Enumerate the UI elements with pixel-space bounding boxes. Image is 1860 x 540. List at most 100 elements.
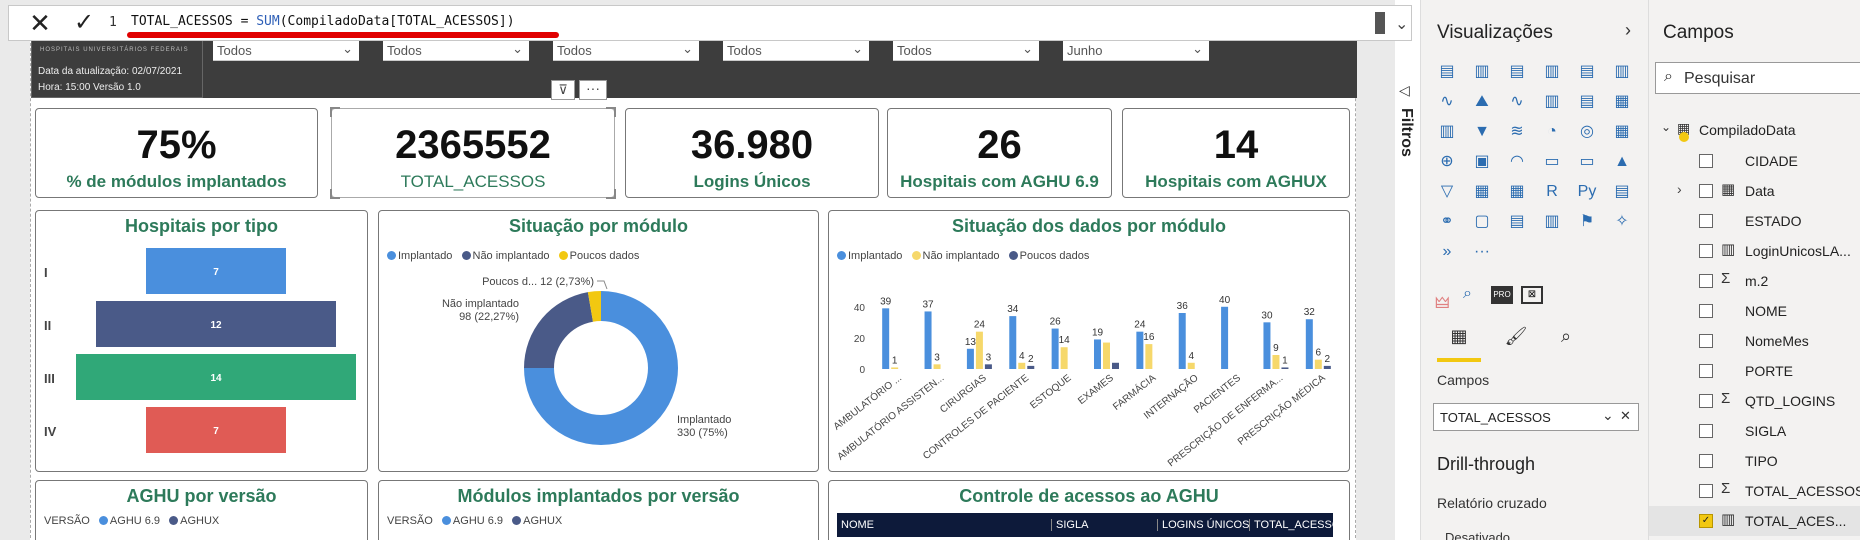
table-name[interactable]: CompiladoData xyxy=(1699,122,1796,138)
formula-input[interactable]: TOTAL_ACESSOS = SUM(CompiladoData[TOTAL_… xyxy=(131,14,515,29)
visual-type-icon[interactable]: ▦ xyxy=(1610,90,1634,114)
field-checkbox[interactable] xyxy=(1699,424,1713,438)
visual-type-icon[interactable]: R xyxy=(1540,180,1564,204)
field-item[interactable]: SIGLA xyxy=(1649,416,1860,446)
panel-hospitais-por-tipo[interactable]: Hospitais por tipo I 7 II 12 III 14 IV 7 xyxy=(35,210,368,472)
chevron-right-icon[interactable]: › xyxy=(1677,181,1682,197)
field-checkbox[interactable] xyxy=(1699,334,1713,348)
visual-type-icon[interactable]: ✧ xyxy=(1610,210,1634,234)
field-item[interactable]: CIDADE xyxy=(1649,146,1860,176)
visual-type-icon[interactable]: ▭ xyxy=(1575,150,1599,174)
kpi-card-aghux[interactable]: 14 Hospitais com AGHUX xyxy=(1122,108,1350,198)
field-checkbox[interactable] xyxy=(1699,154,1713,168)
filters-pane-collapsed[interactable]: ◁ Filtros xyxy=(1395,0,1420,540)
visual-type-icon[interactable]: ▲ xyxy=(1610,150,1634,174)
field-checkbox[interactable] xyxy=(1699,364,1713,378)
field-well[interactable]: TOTAL_ACESSOS ⌄ ✕ xyxy=(1433,403,1639,431)
visual-type-icon[interactable]: ∿ xyxy=(1435,90,1459,114)
visual-type-icon[interactable]: ▥ xyxy=(1610,60,1634,84)
slicer-4[interactable]: Todos ⌄ xyxy=(723,39,869,61)
field-item[interactable]: ✓ ▥ TOTAL_ACES... xyxy=(1649,506,1860,536)
visual-type-icon[interactable]: ▦ xyxy=(1470,180,1494,204)
kpi-card-logins[interactable]: 36.980 Logins Únicos xyxy=(625,108,879,198)
field-checkbox[interactable] xyxy=(1699,454,1713,468)
visual-type-icon[interactable]: ··· xyxy=(1470,240,1494,264)
visual-type-icon[interactable]: ∿ xyxy=(1505,90,1529,114)
visual-type-icon[interactable]: » xyxy=(1435,240,1459,264)
visual-type-icon[interactable]: ◎ xyxy=(1575,120,1599,144)
filter-icon[interactable]: ⊽ xyxy=(551,80,575,100)
visual-type-icon[interactable]: ▤ xyxy=(1505,210,1529,234)
field-checkbox[interactable] xyxy=(1699,184,1713,198)
visual-type-icon[interactable]: ▭ xyxy=(1540,150,1564,174)
cross-report-state[interactable]: Desativado xyxy=(1445,530,1510,540)
kpi-card-aghu69[interactable]: 26 Hospitais com AGHU 6.9 xyxy=(887,108,1112,198)
col-total[interactable]: TOTAL_ACESSOS xyxy=(1249,519,1348,531)
visual-type-icon[interactable]: ◠ xyxy=(1505,150,1529,174)
field-item[interactable]: NomeMes xyxy=(1649,326,1860,356)
field-checkbox[interactable] xyxy=(1699,214,1713,228)
field-checkbox[interactable] xyxy=(1699,304,1713,318)
visual-type-icon[interactable]: ▥ xyxy=(1540,90,1564,114)
visual-type-icon[interactable]: ▤ xyxy=(1435,60,1459,84)
col-logins[interactable]: LOGINS ÚNICOS xyxy=(1157,519,1249,531)
field-checkbox[interactable] xyxy=(1699,244,1713,258)
kpi-card-modules-pct[interactable]: 75% % de módulos implantados xyxy=(35,108,318,198)
close-icon[interactable]: ✕ xyxy=(27,10,53,36)
visual-type-icon[interactable]: ▼ xyxy=(1470,120,1494,144)
visual-type-icon[interactable]: ▥ xyxy=(1435,120,1459,144)
field-item[interactable]: PORTE xyxy=(1649,356,1860,386)
panel-modulos-por-versao[interactable]: Módulos implantados por versão VERSÃO AG… xyxy=(378,480,819,540)
visual-type-icon[interactable]: ⚭ xyxy=(1435,210,1459,234)
field-item[interactable]: NOME xyxy=(1649,296,1860,326)
chevron-down-icon[interactable]: ⌄ xyxy=(1661,120,1671,134)
visual-type-icon[interactable]: ▦ xyxy=(1505,180,1529,204)
search-icon[interactable]: ⌕ xyxy=(1463,285,1472,303)
panel-controle-acessos[interactable]: Controle de acessos ao AGHU NOME SIGLA L… xyxy=(828,480,1350,540)
fields-search[interactable]: ⌕ Pesquisar xyxy=(1655,62,1860,94)
resize-handle[interactable] xyxy=(606,107,616,117)
kpi-card-total-acessos[interactable]: 2365552 TOTAL_ACESSOS xyxy=(330,107,616,199)
fields-tab-icon[interactable]: ▦ xyxy=(1437,326,1481,360)
visual-type-icon[interactable]: ▤ xyxy=(1505,60,1529,84)
col-sigla[interactable]: SIGLA xyxy=(1051,519,1088,531)
powerapps-icon[interactable]: PRO xyxy=(1491,286,1513,304)
field-item[interactable]: › ▦ Data xyxy=(1649,176,1860,206)
visual-type-icon[interactable]: ▢ xyxy=(1470,210,1494,234)
resize-handle[interactable] xyxy=(330,107,340,117)
visual-type-icon[interactable]: ⚑ xyxy=(1575,210,1599,234)
resize-handle[interactable] xyxy=(330,189,340,199)
field-item[interactable]: Σ QTD_LOGINS xyxy=(1649,386,1860,416)
panel-situacao-dados[interactable]: Situação dos dados por módulo Implantado… xyxy=(828,210,1350,472)
analytics-icon[interactable]: ⌕ xyxy=(1551,326,1581,360)
visual-type-icon[interactable]: ⊕ xyxy=(1435,150,1459,174)
field-checkbox[interactable] xyxy=(1699,394,1713,408)
visual-type-icon[interactable]: ▥ xyxy=(1540,210,1564,234)
visual-type-icon[interactable]: ◔ xyxy=(1540,120,1564,144)
visual-type-icon[interactable]: ▤ xyxy=(1575,90,1599,114)
export-icon[interactable]: ⊠ xyxy=(1521,286,1543,304)
visual-type-icon[interactable]: ▣ xyxy=(1470,150,1494,174)
visual-type-icon[interactable]: ⛰ xyxy=(1470,90,1494,114)
visual-type-icon[interactable]: ▤ xyxy=(1575,60,1599,84)
chevron-right-icon[interactable]: › xyxy=(1625,20,1631,41)
field-item[interactable]: ▥ LoginUnicosLA... xyxy=(1649,236,1860,266)
panel-aghu-por-versao[interactable]: AGHU por versão VERSÃO AGHU 6.9 AGHUX xyxy=(35,480,368,540)
remove-field-icon[interactable]: ✕ xyxy=(1620,408,1631,424)
visual-type-icon[interactable]: ▤ xyxy=(1610,180,1634,204)
paint-icon[interactable]: 🜲 xyxy=(1435,285,1450,318)
visual-type-icon[interactable]: ≋ xyxy=(1505,120,1529,144)
visual-type-icon[interactable]: ▽ xyxy=(1435,180,1459,204)
chevron-down-icon[interactable]: ⌄ xyxy=(1602,407,1614,424)
field-item[interactable]: Σm.2 xyxy=(1649,266,1860,296)
field-checkbox[interactable] xyxy=(1699,484,1713,498)
visual-type-icon[interactable]: ▥ xyxy=(1470,60,1494,84)
field-item[interactable]: ESTADO xyxy=(1649,206,1860,236)
col-nome[interactable]: NOME xyxy=(841,519,874,531)
field-item[interactable]: TIPO xyxy=(1649,446,1860,476)
resize-handle[interactable] xyxy=(606,189,616,199)
slicer-3[interactable]: Todos ⌄ xyxy=(553,39,699,61)
checkmark-icon[interactable]: ✓ xyxy=(71,10,97,36)
visual-type-icon[interactable]: Py xyxy=(1575,180,1599,204)
panel-situacao-por-modulo[interactable]: Situação por módulo Implantado Não impla… xyxy=(378,210,819,472)
